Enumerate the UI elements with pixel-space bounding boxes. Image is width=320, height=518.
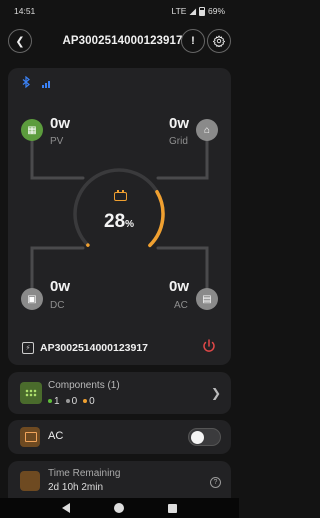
settings-button[interactable] — [207, 29, 231, 53]
device-id: AP3002514000123917 — [40, 342, 149, 354]
time-remaining-label: Time Remaining — [48, 468, 121, 479]
ac-toggle-switch[interactable] — [188, 428, 221, 446]
battery-icon — [198, 6, 205, 16]
gear-icon — [213, 35, 225, 47]
power-button[interactable] — [201, 338, 217, 354]
time-remaining-card: Time Remaining 2d 10h 2min ? — [8, 461, 231, 501]
status-time: 14:51 — [14, 6, 36, 16]
energy-flow-card: ▦ 0w PV ⌂ 0w Grid 28% ▣ 0w DC ▤ 0w AC ⚡ … — [8, 68, 231, 365]
grid-label: Grid — [169, 136, 188, 147]
dc-output-icon[interactable]: ▣ — [21, 288, 43, 310]
pv-panel-icon[interactable]: ▦ — [21, 119, 43, 141]
status-bar: 14:51 LTE ◢ 69% — [0, 0, 239, 22]
time-remaining-value: 2d 10h 2min — [48, 482, 104, 493]
components-icon — [20, 382, 42, 404]
nav-recents-icon[interactable] — [168, 503, 177, 513]
battery-percentage: 28% — [104, 211, 134, 233]
status-icons: LTE ◢ 69% — [171, 6, 225, 17]
components-offline-count: 0 — [65, 396, 77, 407]
ac-output-card: AC — [8, 420, 231, 454]
components-stats: 1 0 0 — [48, 396, 95, 407]
signal-icon: ◢ — [189, 5, 196, 16]
pv-value: 0w — [50, 115, 71, 132]
battery-percent: 69% — [207, 6, 225, 16]
components-warning-count: 0 — [83, 396, 95, 407]
exclamation-icon: ! — [191, 35, 195, 47]
dc-label: DC — [50, 300, 65, 311]
device-row: ⚡ AP3002514000123917 — [22, 342, 148, 354]
ac-toggle-label: AC — [48, 430, 64, 442]
grid-value: 0w — [169, 115, 190, 132]
components-online-count: 1 — [48, 396, 60, 407]
battery-percent-value: 28 — [104, 211, 126, 232]
ac-socket-icon — [20, 427, 40, 447]
ac-label: AC — [174, 300, 188, 311]
ac-value: 0w — [169, 278, 190, 295]
app-header: ❮ AP3002514000123917 ! — [0, 28, 239, 54]
hourglass-icon — [20, 471, 40, 491]
ac-output-icon[interactable]: ▤ — [196, 288, 218, 310]
network-label: LTE — [171, 6, 187, 16]
dc-value: 0w — [50, 278, 71, 295]
chevron-right-icon: ❯ — [210, 386, 221, 400]
battery-percent-unit: % — [125, 219, 135, 230]
device-icon: ⚡ — [22, 342, 34, 354]
help-icon[interactable]: ? — [210, 477, 221, 488]
grid-tower-icon[interactable]: ⌂ — [196, 119, 218, 141]
components-card[interactable]: Components (1) 1 0 0 ❯ — [8, 372, 231, 414]
system-nav-bar — [0, 498, 239, 518]
pv-label: PV — [50, 136, 64, 147]
nav-back-icon[interactable] — [62, 503, 70, 513]
battery-charging-icon — [114, 190, 127, 201]
components-title: Components (1) — [48, 380, 120, 391]
info-button[interactable]: ! — [181, 29, 205, 53]
nav-home-icon[interactable] — [114, 503, 124, 513]
